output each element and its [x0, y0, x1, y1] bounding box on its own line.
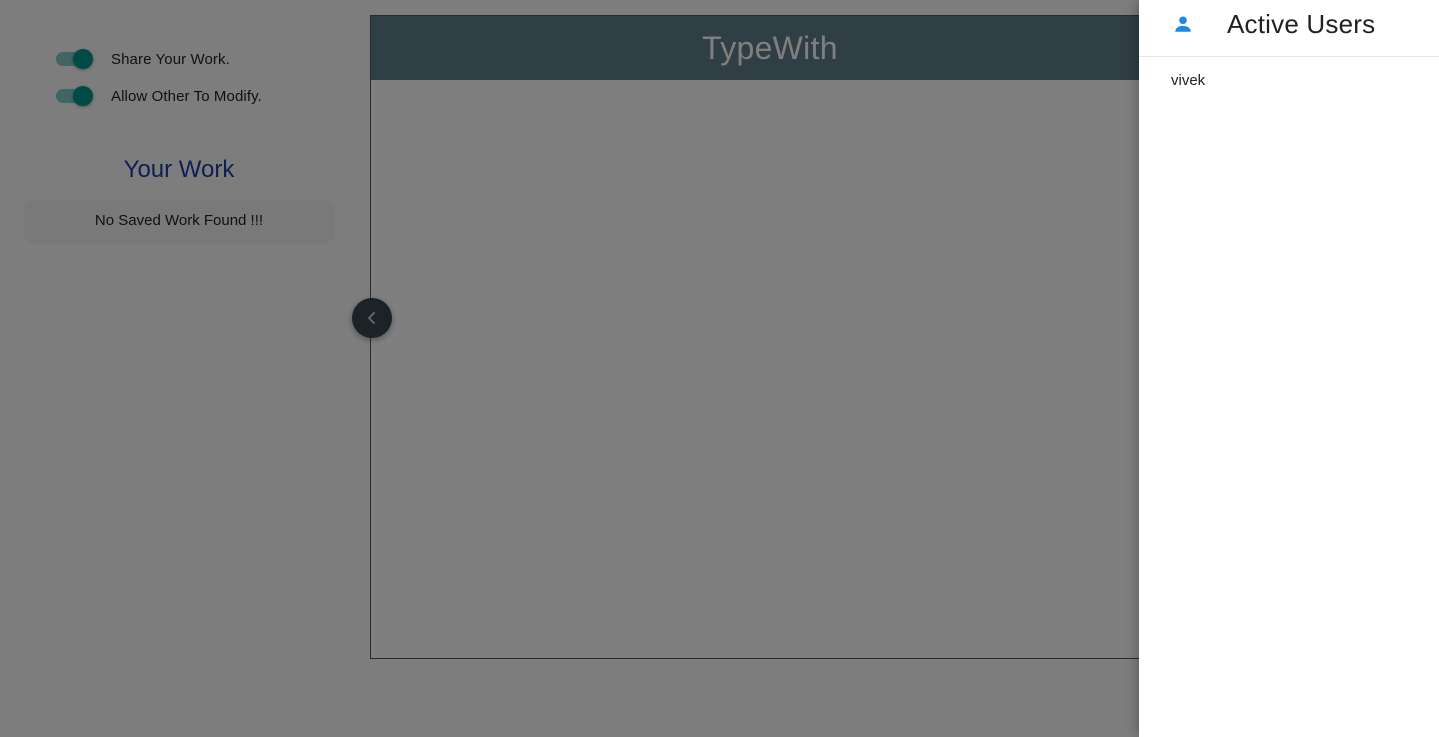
drawer-header: Active Users	[1139, 0, 1439, 57]
drawer-title: Active Users	[1227, 9, 1376, 39]
active-user-item: vivek	[1171, 72, 1206, 89]
person-icon	[1175, 16, 1191, 32]
active-users-drawer: Active Users vivek	[1139, 0, 1439, 737]
